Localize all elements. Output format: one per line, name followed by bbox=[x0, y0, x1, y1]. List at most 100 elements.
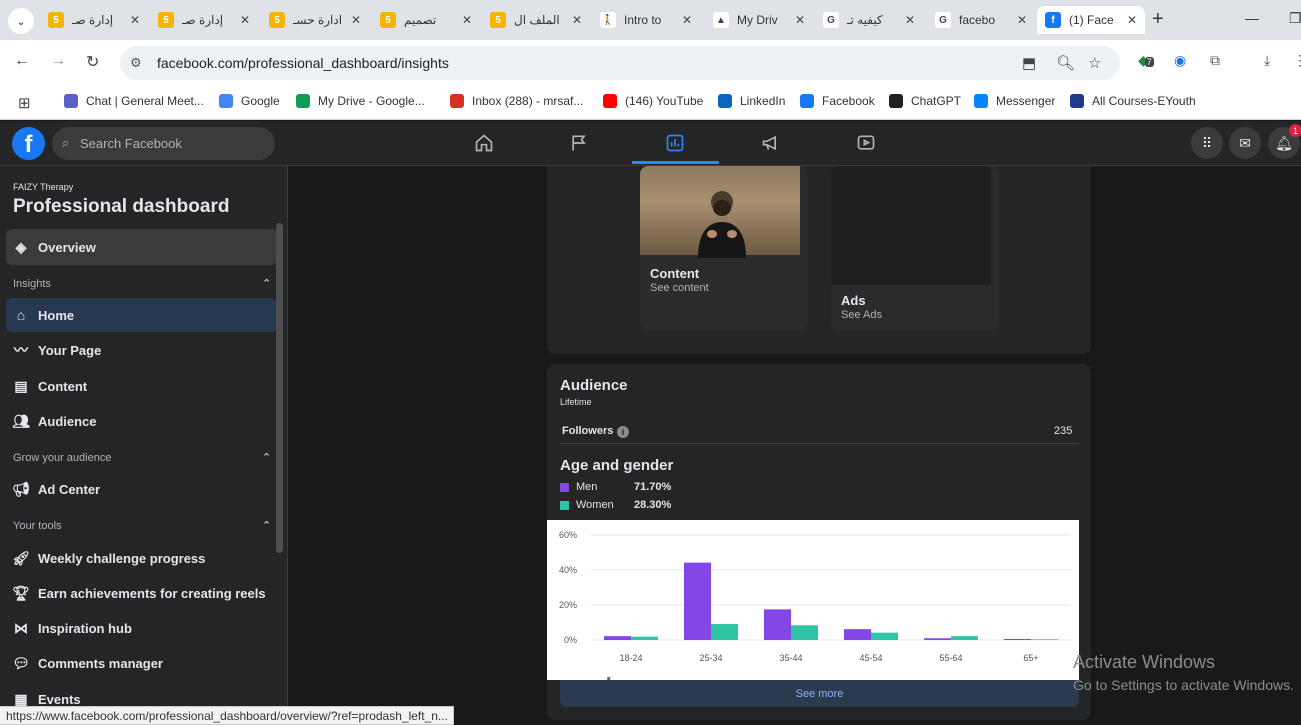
browser-tab[interactable]: 5 تصميم ✕ bbox=[372, 6, 480, 34]
bar-men-25-34[interactable] bbox=[684, 562, 711, 640]
extensions-puzzle-icon[interactable]: ⧉ bbox=[1210, 52, 1220, 69]
bookmark-item[interactable]: Facebook bbox=[800, 94, 875, 108]
download-icon[interactable]: ⤓ bbox=[1264, 52, 1270, 69]
bar-women-25-34[interactable] bbox=[711, 624, 738, 640]
tab-close-icon[interactable]: ✕ bbox=[905, 13, 915, 27]
ads-card[interactable]: Ads See Ads bbox=[831, 166, 999, 331]
tab-close-icon[interactable]: ✕ bbox=[240, 13, 250, 27]
bookmark-item[interactable]: Inbox (288) - mrsaf... bbox=[450, 94, 583, 108]
chevron-up-icon[interactable]: ⌃ bbox=[262, 519, 271, 532]
sidebar-item-audience[interactable]: 👥︎ Audience bbox=[6, 404, 277, 438]
home-icon[interactable] bbox=[472, 131, 496, 155]
browser-tab[interactable]: G كيفيه تـ ✕ bbox=[815, 6, 923, 34]
section-your-tools[interactable]: Your tools bbox=[13, 520, 62, 532]
menu-grid-icon[interactable]: ⠿ bbox=[1191, 127, 1223, 159]
tab-close-icon[interactable]: ✕ bbox=[1017, 13, 1027, 27]
restore-icon[interactable]: ❐ bbox=[1289, 10, 1301, 27]
sidebar-item-weekly-challenge[interactable]: 🚀︎ Weekly challenge progress bbox=[6, 541, 277, 575]
new-tab-button[interactable]: + bbox=[1152, 8, 1164, 31]
bar-women-18-24[interactable] bbox=[631, 636, 658, 640]
site-info-icon[interactable]: ⚙ bbox=[130, 55, 142, 71]
browser-tab[interactable]: 5 ادارة حسـ ✕ bbox=[261, 6, 369, 34]
extension-iq-icon[interactable]: ◉ bbox=[1174, 52, 1186, 69]
chevron-up-icon[interactable]: ⌃ bbox=[262, 277, 271, 290]
zoom-icon[interactable]: 🔍︎ bbox=[1056, 54, 1075, 72]
extension-shield-icon[interactable]: ◆7 bbox=[1138, 52, 1154, 69]
bookmark-item[interactable]: Messenger bbox=[974, 94, 1055, 108]
search-placeholder[interactable]: Search Facebook bbox=[80, 136, 182, 151]
facebook-search[interactable]: ⌕ Search Facebook bbox=[52, 127, 275, 160]
sidebar-scrollbar[interactable] bbox=[276, 223, 283, 553]
bookmark-item[interactable]: LinkedIn bbox=[718, 94, 785, 108]
tab-title[interactable]: (1) Face bbox=[1069, 13, 1123, 27]
address-bar[interactable]: ⚙ facebook.com/professional_dashboard/in… bbox=[120, 46, 1120, 80]
address-url[interactable]: facebook.com/professional_dashboard/insi… bbox=[157, 55, 449, 71]
minimize-icon[interactable]: — bbox=[1245, 10, 1259, 26]
bar-women-55-64[interactable] bbox=[951, 636, 978, 640]
tab-close-icon[interactable]: ✕ bbox=[130, 13, 140, 27]
browser-tab[interactable]: Gfacebo ✕ bbox=[927, 6, 1035, 34]
browser-tab[interactable]: f (1) Face ✕ bbox=[1037, 6, 1145, 34]
bar-men-35-44[interactable] bbox=[764, 609, 791, 640]
info-icon[interactable]: i bbox=[617, 426, 629, 438]
reload-icon[interactable]: ↻ bbox=[86, 52, 99, 72]
bookmark-item[interactable]: ChatGPT bbox=[889, 94, 961, 108]
flag-icon[interactable] bbox=[567, 131, 591, 155]
megaphone-icon[interactable] bbox=[759, 131, 783, 155]
sidebar-item-events[interactable]: ▦ Events bbox=[6, 682, 277, 707]
bookmark-item[interactable]: My Drive - Google... bbox=[296, 94, 425, 108]
bar-men-65+[interactable] bbox=[1004, 638, 1031, 640]
browser-tab[interactable]: 5 الملف ال ✕ bbox=[482, 6, 590, 34]
video-icon[interactable] bbox=[854, 131, 878, 155]
bar-women-35-44[interactable] bbox=[791, 625, 818, 640]
section-grow-audience[interactable]: Grow your audience bbox=[13, 452, 111, 464]
section-insights[interactable]: Insights bbox=[13, 278, 51, 290]
bar-women-65+[interactable] bbox=[1031, 639, 1058, 640]
tab-close-icon[interactable]: ✕ bbox=[795, 13, 805, 27]
tab-title[interactable]: Intro to bbox=[624, 13, 678, 27]
forward-icon[interactable]: → bbox=[50, 52, 66, 70]
apps-grid-icon[interactable]: ⊞ bbox=[18, 94, 31, 112]
back-icon[interactable]: ← bbox=[14, 52, 30, 70]
browser-tab[interactable]: ▲ My Driv ✕ bbox=[705, 6, 813, 34]
tab-title[interactable]: تصميم bbox=[404, 13, 458, 27]
bar-women-45-54[interactable] bbox=[871, 632, 898, 640]
dashboard-chart-icon[interactable] bbox=[663, 131, 687, 155]
menu-dots-icon[interactable]: ⋮ bbox=[1293, 52, 1301, 69]
chevron-up-icon[interactable]: ⌃ bbox=[262, 451, 271, 464]
tab-close-icon[interactable]: ✕ bbox=[462, 13, 472, 27]
content-card-link[interactable]: See content bbox=[650, 282, 709, 294]
tab-close-icon[interactable]: ✕ bbox=[351, 13, 361, 27]
tab-search-chevron-icon[interactable]: ⌄ bbox=[8, 8, 34, 34]
messenger-icon[interactable]: ✉ bbox=[1229, 127, 1261, 159]
sidebar-item-overview-row[interactable]: ◈ Overview bbox=[6, 229, 277, 265]
bar-men-55-64[interactable] bbox=[924, 638, 951, 640]
tab-close-icon[interactable]: ✕ bbox=[572, 13, 582, 27]
bookmark-item[interactable]: Google bbox=[219, 94, 280, 108]
bookmark-item[interactable]: (146) YouTube bbox=[603, 94, 703, 108]
sidebar-item-comments-manager[interactable]: 💬︎ Comments manager bbox=[6, 646, 277, 680]
sidebar-item-achievements[interactable]: 🏆︎ Earn achievements for creating reels bbox=[6, 576, 277, 610]
facebook-logo[interactable]: f bbox=[12, 127, 45, 160]
sidebar-item-inspiration-hub[interactable]: ⋈ Inspiration hub bbox=[6, 611, 277, 645]
bar-men-45-54[interactable] bbox=[844, 629, 871, 640]
see-more-button[interactable]: See more bbox=[560, 680, 1079, 707]
tab-close-icon[interactable]: ✕ bbox=[1127, 13, 1137, 27]
install-app-icon[interactable]: ⬒ bbox=[1022, 54, 1036, 72]
tab-title[interactable]: ادارة حسـ bbox=[293, 13, 347, 27]
tab-title[interactable]: الملف ال bbox=[514, 13, 568, 27]
bookmark-item[interactable]: All Courses-EYouth bbox=[1070, 94, 1196, 108]
tab-close-icon[interactable]: ✕ bbox=[682, 13, 692, 27]
content-card[interactable]: Content See content bbox=[640, 166, 808, 331]
tab-title[interactable]: إدارة صـ bbox=[182, 13, 236, 27]
sidebar-item-content[interactable]: ▤ Content bbox=[6, 369, 277, 403]
tab-title[interactable]: إدارة صـ bbox=[72, 13, 126, 27]
sidebar-item-your-page[interactable]: 〰 Your Page bbox=[6, 333, 277, 367]
bookmark-star-icon[interactable]: ☆ bbox=[1088, 54, 1101, 72]
bar-men-18-24[interactable] bbox=[604, 636, 631, 640]
tab-title[interactable]: facebo bbox=[959, 13, 1013, 27]
browser-tab[interactable]: 🚶 Intro to ✕ bbox=[592, 6, 700, 34]
browser-tab[interactable]: 5 إدارة صـ ✕ bbox=[150, 6, 258, 34]
sidebar-item-ad-center[interactable]: 📢︎ Ad Center bbox=[6, 472, 277, 506]
browser-tab[interactable]: 5 إدارة صـ ✕ bbox=[40, 6, 148, 34]
